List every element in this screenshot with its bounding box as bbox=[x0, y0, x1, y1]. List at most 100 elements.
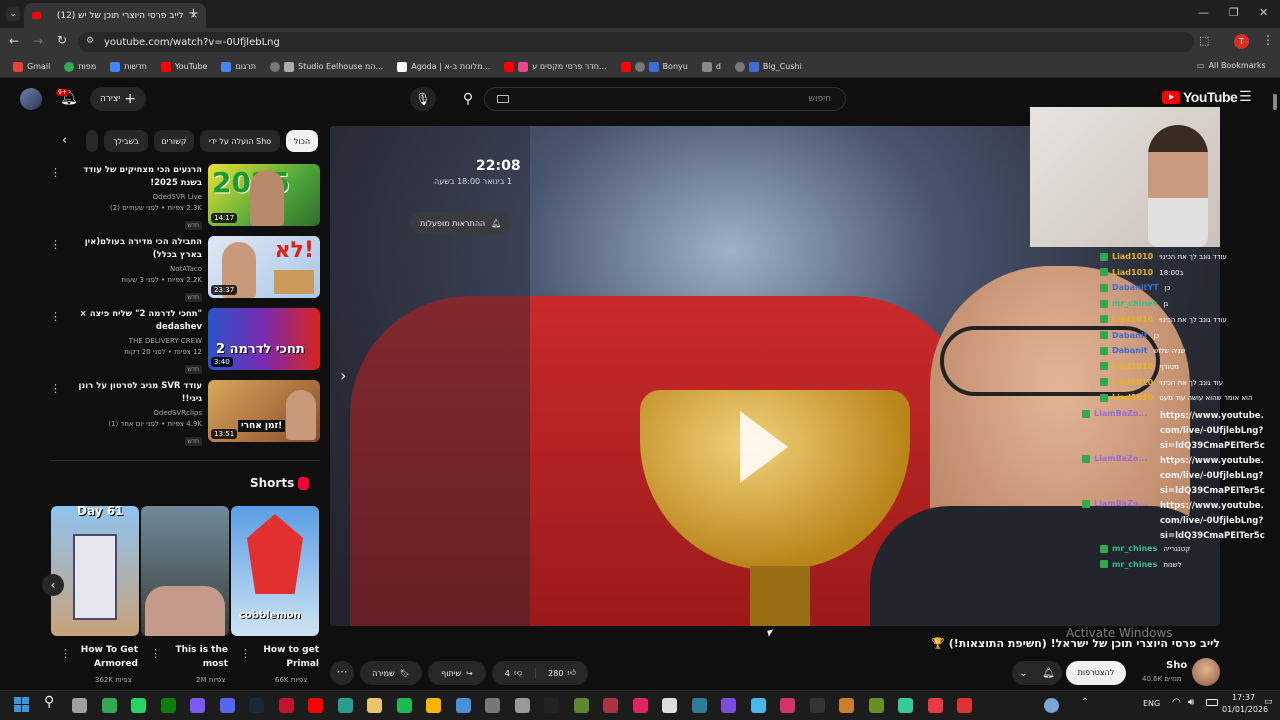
chip-partial[interactable] bbox=[86, 130, 98, 152]
extensions-icon[interactable]: ⬚ bbox=[1199, 34, 1209, 47]
chat-text[interactable]: https://www.youtube.com/live/-0UfjlebLng… bbox=[1160, 409, 1266, 454]
app-icon[interactable] bbox=[898, 698, 913, 713]
shorts-scroll-left-icon[interactable]: ‹ bbox=[42, 574, 64, 596]
file-explorer-icon[interactable] bbox=[426, 698, 441, 713]
channel-name[interactable]: THE DELIVERY CREW bbox=[62, 337, 202, 345]
language-indicator[interactable]: ENG bbox=[1143, 699, 1160, 708]
channel-name[interactable]: NotATaco bbox=[62, 265, 202, 273]
youtube-logo[interactable]: YouTube bbox=[1162, 89, 1238, 105]
related-video-2[interactable]: לא! 23:37 החבילה הכי מדירה בעולם(אין באר… bbox=[50, 236, 320, 302]
video-title[interactable]: עודד SVR מגיב לסרטון על רונן גיגי!! bbox=[62, 380, 202, 406]
channel-name[interactable]: OdedSVRclips bbox=[62, 409, 202, 417]
short-1[interactable]: Day 61 bbox=[51, 506, 139, 636]
chat-text[interactable]: https://www.youtube.com/live/-0UfjlebLng… bbox=[1160, 454, 1266, 499]
play-button-icon[interactable] bbox=[740, 411, 788, 483]
more-actions-icon[interactable]: ⋯ bbox=[330, 661, 354, 685]
bookmark-rooms[interactable]: חדר פרסי מקסים ע... bbox=[497, 61, 613, 72]
steam-icon[interactable] bbox=[249, 698, 264, 713]
clock-time[interactable]: 17:37 bbox=[1232, 693, 1255, 702]
task-view-icon[interactable] bbox=[72, 698, 87, 713]
dislike-button[interactable]: 4 👎︎ bbox=[492, 668, 536, 678]
like-button[interactable]: 280 👍︎ bbox=[536, 668, 588, 678]
battery-icon[interactable] bbox=[1206, 699, 1218, 706]
epic-games-icon[interactable] bbox=[809, 698, 825, 713]
clock-date[interactable]: 01/01/2026 bbox=[1222, 705, 1268, 714]
short-3[interactable]: cobblemon bbox=[231, 506, 319, 636]
subscribed-bell-button[interactable]: ⌄ 🔔︎ bbox=[1012, 661, 1062, 685]
short-title[interactable]: This is the most bbox=[158, 643, 228, 671]
channel-avatar[interactable] bbox=[1192, 658, 1220, 686]
video-title[interactable]: "תחכי לדרמה 2" שליח פיצה × dedashev bbox=[62, 308, 202, 334]
search-input[interactable]: חיפוש bbox=[484, 87, 846, 111]
address-bar[interactable]: ⚙ youtube.com/watch?v=-0UfjlebLng bbox=[78, 32, 1194, 52]
bookmark-maps[interactable]: מפות bbox=[57, 61, 103, 72]
record-icon[interactable] bbox=[957, 698, 972, 713]
bookmark-bonyu[interactable]: Bonyu bbox=[614, 61, 695, 72]
chrome-icon[interactable] bbox=[101, 698, 117, 713]
close-window-icon[interactable]: ✕ bbox=[1259, 6, 1268, 19]
short-more-icon[interactable]: ⋮ bbox=[150, 647, 161, 660]
scrollbar-thumb[interactable] bbox=[1273, 94, 1277, 110]
voice-search-mic-icon[interactable]: 🎙︎ bbox=[410, 87, 436, 111]
app-icon[interactable] bbox=[780, 698, 795, 713]
related-video-4[interactable]: זמן אחרי! 13:51 עודד SVR מגיב לסרטון על … bbox=[50, 380, 320, 446]
notepad-icon[interactable] bbox=[662, 698, 677, 713]
minimize-icon[interactable]: — bbox=[1198, 6, 1209, 19]
windows-start-icon[interactable] bbox=[14, 697, 29, 712]
related-video-3[interactable]: תחכי לדרמה 2 3:40 "תחכי לדרמה 2" שליח פי… bbox=[50, 308, 320, 374]
profile-avatar[interactable]: T bbox=[1234, 34, 1249, 49]
notifications-on-button[interactable]: ההתראות מופעלות 🔔︎ bbox=[410, 212, 512, 234]
bookmark-d[interactable]: d bbox=[695, 61, 728, 72]
channel-name[interactable]: OdedSVR Live bbox=[62, 193, 202, 201]
search-icon[interactable]: ⚲ bbox=[452, 87, 484, 111]
save-button[interactable]: שמירה 🔖︎ bbox=[360, 661, 422, 685]
chip-related[interactable]: קשורים bbox=[154, 130, 194, 152]
page-scrollbar[interactable] bbox=[1272, 88, 1278, 688]
forward-arrow-icon[interactable]: → bbox=[33, 34, 43, 48]
more-options-icon[interactable]: ⋮ bbox=[50, 166, 61, 179]
share-button[interactable]: שיתוף ↪ bbox=[428, 661, 486, 685]
bookmark-youtube[interactable]: YouTube bbox=[154, 61, 215, 72]
site-info-icon[interactable]: ⚙ bbox=[86, 36, 94, 46]
bookmark-translate[interactable]: תרגום bbox=[214, 61, 263, 72]
wifi-icon[interactable]: ◠ bbox=[1172, 697, 1181, 708]
all-bookmarks[interactable]: ▭ All Bookmarks bbox=[1190, 61, 1273, 70]
app-icon[interactable] bbox=[927, 698, 943, 713]
short-title[interactable]: How To Get Armored bbox=[68, 643, 138, 671]
app-icon[interactable] bbox=[514, 698, 530, 713]
youtube-music-icon[interactable] bbox=[308, 698, 323, 713]
capcut-icon[interactable] bbox=[544, 698, 559, 713]
create-button[interactable]: יצירה + bbox=[90, 87, 146, 111]
heart-app-icon[interactable] bbox=[632, 698, 648, 713]
related-video-1[interactable]: 2025 14:17 הרגעים הכי מצחיקים של עודד בש… bbox=[50, 164, 320, 230]
spotify-icon[interactable] bbox=[396, 698, 412, 713]
video-thumbnail[interactable]: תחכי לדרמה 2 3:40 bbox=[208, 308, 320, 370]
notifications-center-icon[interactable]: ▭ bbox=[1264, 697, 1273, 707]
app-icon[interactable] bbox=[868, 698, 884, 713]
bookmark-agoda[interactable]: Agoda | מלונות ב-א... bbox=[390, 61, 497, 72]
short-title[interactable]: How to get Primal bbox=[249, 643, 319, 671]
app-icon[interactable] bbox=[691, 698, 707, 713]
opera-icon[interactable] bbox=[278, 698, 294, 713]
video-thumbnail[interactable]: 2025 14:17 bbox=[208, 164, 320, 226]
more-options-icon[interactable]: ⋮ bbox=[50, 310, 61, 323]
chips-scroll-left-icon[interactable]: ‹ bbox=[62, 133, 67, 148]
keyboard-icon[interactable] bbox=[497, 95, 509, 103]
video-title[interactable]: החבילה הכי מדירה בעולם(אין בארץ בכלל) bbox=[62, 236, 202, 262]
short-2[interactable] bbox=[141, 506, 229, 636]
copilot-icon[interactable] bbox=[190, 698, 205, 713]
player-prev-arrow-icon[interactable]: › bbox=[340, 366, 346, 385]
channel-name[interactable]: Sho bbox=[1166, 660, 1187, 671]
more-options-icon[interactable]: ⋮ bbox=[50, 238, 61, 251]
xbox-icon[interactable] bbox=[160, 698, 176, 713]
whatsapp-icon[interactable] bbox=[131, 698, 146, 713]
join-button[interactable]: להצטרפות bbox=[1066, 661, 1126, 685]
hamburger-menu-icon[interactable]: ☰ bbox=[1239, 89, 1252, 105]
app-icon[interactable] bbox=[603, 698, 618, 713]
short-more-icon[interactable]: ⋮ bbox=[240, 647, 251, 660]
back-arrow-icon[interactable]: ← bbox=[9, 34, 19, 48]
tray-overflow-icon[interactable]: ⌃ bbox=[1081, 697, 1089, 708]
app-icon[interactable] bbox=[367, 698, 382, 713]
browser-tab-active[interactable]: לייב פרסי היוצרי תוכן של יש (12) × bbox=[24, 3, 206, 28]
chip-all[interactable]: הכול bbox=[286, 130, 318, 152]
